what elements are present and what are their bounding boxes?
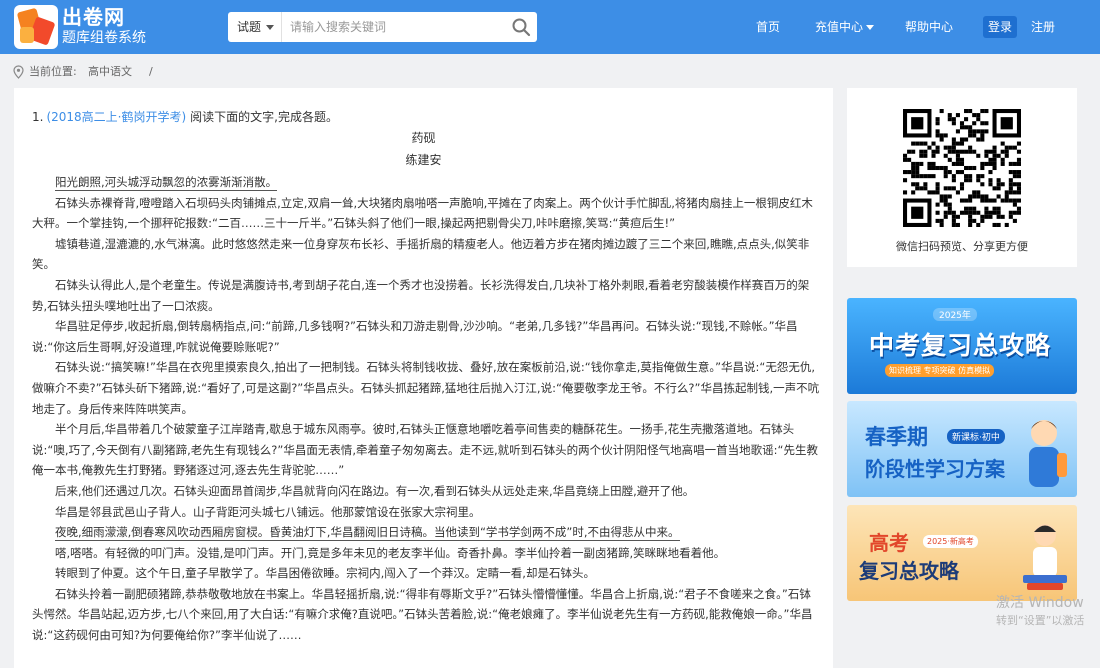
question-instruction: 阅读下面的文字,完成各题。 bbox=[190, 110, 338, 124]
passage-paragraph: 转眼到了仲夏。这个午日,童子早散学了。华昌困倦欲睡。宗祠内,闯入了一个莽汉。定睛… bbox=[55, 566, 595, 581]
register-link[interactable]: 注册 bbox=[1031, 0, 1055, 54]
question-header: 1. (2018高二上·鹤岗开学考) 阅读下面的文字,完成各题。 bbox=[32, 108, 338, 126]
passage-paragraph: 半个月后,华昌带着几个破蒙童子江岸踏青,歇息于城东风雨亭。彼时,石钵头正惬意地嚼… bbox=[32, 422, 818, 478]
passage-paragraph: 石钵头说:“搞笑嘛!”华昌在衣兜里摸索良久,拍出了一把制钱。石钵头将制钱收拢、叠… bbox=[32, 360, 820, 416]
banner-title-line1: 高考 bbox=[869, 531, 909, 555]
banner-spring-plan[interactable]: 春季期 新课标·初中 阶段性学习方案 bbox=[847, 401, 1077, 497]
question-panel: 1. (2018高二上·鹤岗开学考) 阅读下面的文字,完成各题。 药砚 练建安 阳光… bbox=[14, 88, 833, 668]
underlined-sentence: 阳光朗照,河头城浮动飘忽的浓雾渐渐消散。 bbox=[55, 175, 278, 191]
banner-gaokao-review[interactable]: 高考 2025·新高考 复习总攻略 bbox=[847, 505, 1077, 601]
passage-paragraph: 石钵头拎着一副肥硕猪蹄,恭恭敬敬地放在书案上。华昌轻摇折扇,说:“得非有辱斯文乎… bbox=[32, 586, 813, 643]
location-pin-icon bbox=[13, 65, 24, 79]
watermark-line2: 转到“设置”以激活 bbox=[996, 614, 1085, 627]
site-logo[interactable]: 出卷网 题库组卷系统 bbox=[14, 5, 164, 49]
search-input[interactable] bbox=[290, 17, 500, 37]
logo-mark-icon bbox=[14, 5, 58, 49]
os-activation-watermark: 激活 Window 转到“设置”以激活 bbox=[996, 594, 1084, 630]
nav-help-center[interactable]: 帮助中心 bbox=[905, 0, 953, 54]
student-illustration-icon bbox=[1029, 420, 1067, 487]
nav-home[interactable]: 首页 bbox=[756, 0, 780, 54]
top-header: 出卷网 题库组卷系统 试题 首页 充值中心 帮助中心 登录 注册 bbox=[0, 0, 1100, 54]
nav-charge-label: 充值中心 bbox=[815, 20, 864, 34]
banner-title-line2: 复习总攻略 bbox=[859, 559, 959, 583]
passage-paragraph: 石钵头赤裸脊背,噔噔踏入石坝码头肉铺摊点,立定,双肩一耸,大块猪肉扇啪嗒一声脆响… bbox=[32, 195, 813, 231]
logo-title: 出卷网 bbox=[62, 5, 125, 29]
banner-zhongkao-review[interactable]: 2025年 中考复习总攻略 知识梳理 专项突破 仿真模拟 bbox=[847, 298, 1077, 394]
passage-paragraph: 墟镇巷道,湿漉漉的,水气淋漓。此时悠悠然走来一位身穿灰布长衫、手摇折扇的精瘦老人… bbox=[32, 236, 810, 272]
breadcrumb-label: 当前位置: bbox=[29, 65, 77, 78]
passage-paragraph: 华昌驻足停步,收起折扇,倒转扇柄指点,问:“前蹄,几多钱啊?”石钵头和刀游走剔骨… bbox=[32, 319, 798, 354]
banner-year: 2025年 bbox=[933, 308, 977, 321]
student-illustration-icon bbox=[1023, 524, 1067, 590]
nav-charge-center[interactable]: 充值中心 bbox=[815, 0, 875, 54]
passage-title: 药砚 bbox=[411, 131, 436, 145]
banner-title-line2: 阶段性学习方案 bbox=[865, 457, 1005, 481]
question-source-link[interactable]: (2018高二上·鹤岗开学考) bbox=[46, 110, 186, 124]
search-icon[interactable] bbox=[511, 17, 531, 37]
chevron-down-icon bbox=[866, 25, 875, 30]
banner-badge: 新课标·初中 bbox=[947, 429, 1005, 444]
passage-body: 阳光朗照,河头城浮动飘忽的浓雾渐渐消散。石钵头赤裸脊背,噔噔踏入石坝码头肉铺摊点… bbox=[32, 172, 820, 646]
banner-tag: 知识梳理 专项突破 仿真模拟 bbox=[885, 364, 995, 377]
passage-author: 练建安 bbox=[405, 153, 442, 167]
chevron-down-icon bbox=[266, 25, 274, 30]
passage-paragraph: 嗒,嗒嗒。有轻微的叩门声。没错,是叩门声。开门,竟是多年未见的老友李半仙。奇香扑… bbox=[55, 545, 726, 560]
watermark-line1: 激活 Window bbox=[996, 595, 1084, 611]
qr-caption: 微信扫码预览、分享更方便 bbox=[896, 240, 1028, 253]
passage-paragraph: 石钵头认得此人,是个老童生。传说是满腹诗书,考到胡子花白,连一个秀才也没捞着。长… bbox=[32, 277, 810, 313]
login-button[interactable]: 登录 bbox=[983, 16, 1017, 38]
passage-paragraph: 华昌是邻县武邑山子背人。山子背距河头城七八铺远。他那蒙馆设在张家大宗祠里。 bbox=[55, 504, 481, 519]
search-bar: 试题 bbox=[228, 12, 537, 42]
passage-paragraph: 后来,他们还遇过几次。石钵头迎面昂首阔步,华昌就背向闪在路边。有一次,看到石钵头… bbox=[55, 483, 695, 498]
question-number: 1. bbox=[32, 110, 44, 124]
banner-title-line1: 春季期 bbox=[865, 425, 928, 449]
passage-paragraph: 夜晚,细雨濛濛,倒春寒风吹动西厢房窗棂。昏黄油灯下,华昌翻阅旧日诗稿。当他读到“… bbox=[32, 522, 820, 543]
passage-paragraph: 阳光朗照,河头城浮动飘忽的浓雾渐渐消散。 bbox=[32, 172, 820, 193]
underlined-sentence: 夜晚,细雨濛濛,倒春寒风吹动西厢房窗棂。昏黄油灯下,华昌翻阅旧日诗稿。当他读到“… bbox=[55, 525, 680, 542]
banner-title: 中考复习总攻略 bbox=[869, 331, 1052, 360]
breadcrumb-item-high-school-chinese[interactable]: 高中语文 bbox=[88, 63, 132, 81]
breadcrumb-separator: / bbox=[149, 65, 153, 78]
qr-code-image bbox=[903, 109, 1021, 227]
qr-card: 微信扫码预览、分享更方便 bbox=[847, 88, 1077, 267]
search-type-select[interactable]: 试题 bbox=[228, 12, 282, 42]
search-type-label: 试题 bbox=[237, 20, 262, 34]
banner-badge: 2025·新高考 bbox=[923, 535, 978, 548]
logo-subtitle: 题库组卷系统 bbox=[62, 30, 146, 46]
